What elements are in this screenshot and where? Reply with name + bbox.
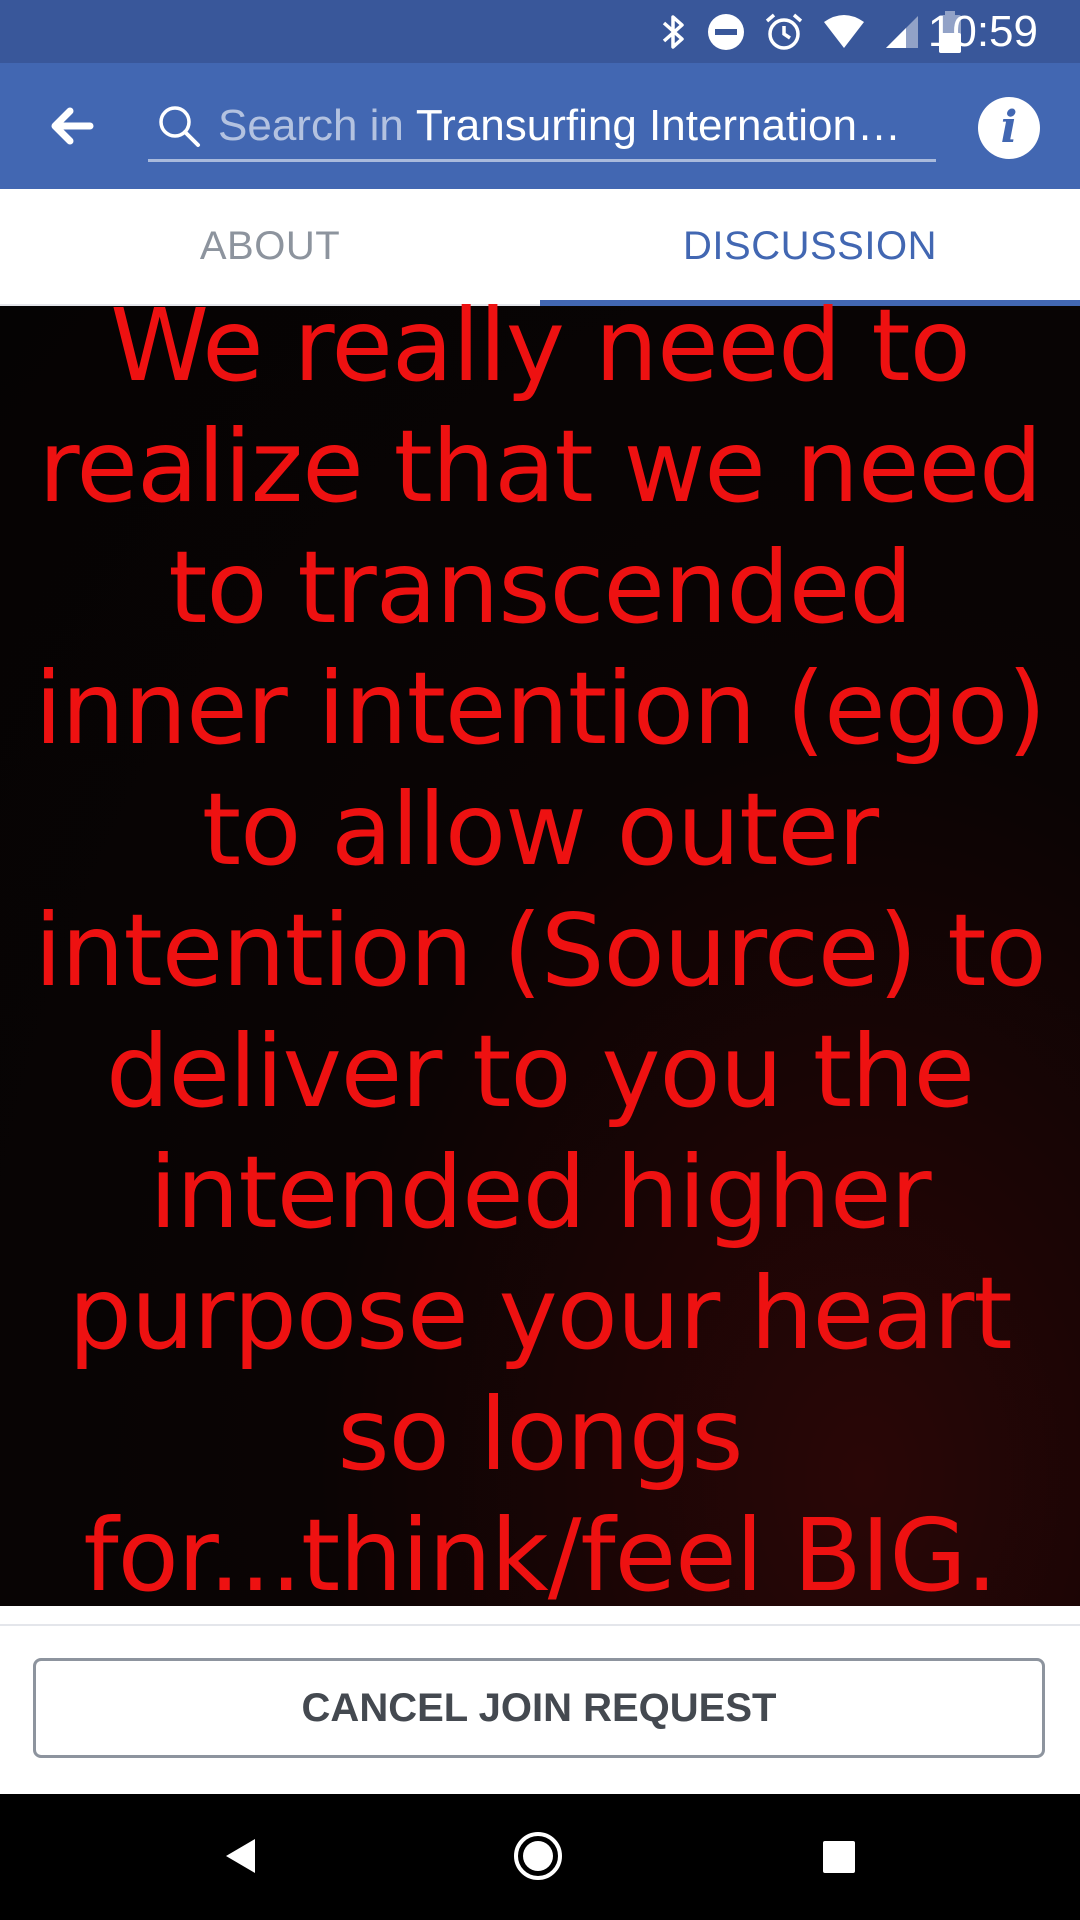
- search-group-name: Transurfing International Group: [415, 101, 916, 150]
- do-not-disturb-icon: [708, 14, 744, 50]
- wifi-icon: [824, 15, 864, 48]
- search-icon: [159, 106, 200, 147]
- cover-quote-text: We really need to realize that we need t…: [34, 286, 1046, 1614]
- divider: [0, 1624, 1080, 1626]
- alarm-icon: [765, 13, 803, 50]
- app-bar: Search in Transurfing International Grou…: [0, 63, 1080, 189]
- info-icon[interactable]: i: [978, 97, 1040, 159]
- search-placeholder-prefix: Search in: [218, 101, 404, 150]
- system-nav-bar: [0, 1794, 1080, 1920]
- group-cover-image: We really need to realize that we need t…: [0, 287, 1080, 1614]
- status-time: 10:59: [927, 7, 1038, 56]
- nav-home-icon[interactable]: [512, 1830, 564, 1882]
- status-icons: [660, 10, 962, 54]
- back-arrow-icon[interactable]: [46, 101, 96, 151]
- nav-recents-icon[interactable]: [822, 1840, 856, 1874]
- search-input[interactable]: Search in Transurfing International Grou…: [148, 93, 936, 162]
- cancel-join-request-button[interactable]: CANCEL JOIN REQUEST: [33, 1658, 1045, 1758]
- nav-back-icon[interactable]: [222, 1836, 258, 1876]
- info-glyph: i: [1000, 102, 1018, 153]
- status-bar: 10:59: [0, 0, 1080, 63]
- bluetooth-icon: [662, 15, 684, 49]
- signal-icon: [886, 16, 918, 48]
